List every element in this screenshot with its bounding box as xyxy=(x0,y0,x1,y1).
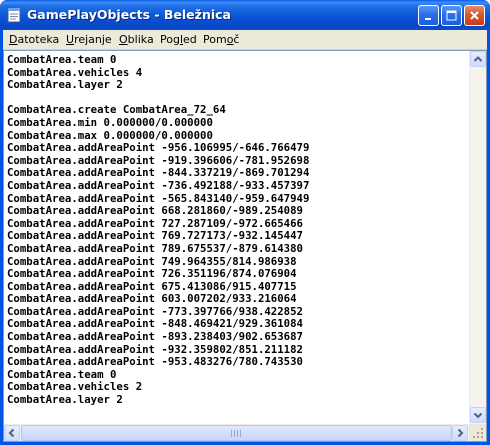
text-line: CombatArea.addAreaPoint 603.007202/933.2… xyxy=(7,292,297,306)
maximize-button[interactable] xyxy=(441,5,462,26)
scroll-up-button[interactable] xyxy=(470,51,486,67)
horizontal-scrollbar[interactable] xyxy=(4,424,469,441)
scroll-right-button[interactable] xyxy=(452,425,468,441)
text-line: CombatArea.addAreaPoint 668.281860/-989.… xyxy=(7,204,303,218)
arrow-down-icon xyxy=(473,412,483,419)
text-line: CombatArea.addAreaPoint 789.675537/-879.… xyxy=(7,241,303,255)
menu-file[interactable]: Datoteka xyxy=(8,32,60,48)
text-line: CombatArea.addAreaPoint -956.106995/-646… xyxy=(7,141,310,155)
menu-edit[interactable]: Urejanje xyxy=(65,32,113,48)
arrow-left-icon xyxy=(8,428,15,438)
menu-edit-label: rejanje xyxy=(74,33,112,46)
grip-dot xyxy=(477,436,479,438)
text-line: CombatArea.layer 2 xyxy=(7,393,123,407)
minimize-button[interactable] xyxy=(418,5,439,26)
grip-line xyxy=(231,430,232,437)
grip-dot xyxy=(481,428,483,430)
arrow-up-icon xyxy=(473,56,483,62)
text-line: CombatArea.layer 2 xyxy=(7,78,123,92)
notepad-icon xyxy=(7,7,21,23)
text-line: CombatArea.addAreaPoint 726.351196/874.0… xyxy=(7,267,297,281)
grip-line xyxy=(234,430,235,437)
menu-help[interactable]: Pomoč xyxy=(202,32,240,48)
grip-line xyxy=(237,430,238,437)
scroll-down-button[interactable] xyxy=(470,407,486,423)
menu-bar: Datoteka Urejanje Oblika Pogled Pomoč xyxy=(3,30,487,50)
grip-dot xyxy=(473,436,475,438)
menu-format[interactable]: Oblika xyxy=(118,32,155,48)
menu-format-label: blika xyxy=(127,33,154,46)
size-grip[interactable] xyxy=(469,424,486,441)
editor-frame: CombatArea.team 0 CombatArea.vehicles 4 Co… xyxy=(3,50,487,442)
close-icon xyxy=(470,11,479,20)
text-editor[interactable]: CombatArea.team 0 CombatArea.vehicles 4 Co… xyxy=(4,51,469,424)
close-button[interactable] xyxy=(464,5,485,26)
grip-dot xyxy=(477,432,479,434)
scroll-left-button[interactable] xyxy=(4,425,20,441)
text-line: CombatArea.addAreaPoint -893.238403/902.… xyxy=(7,330,303,344)
text-line: CombatArea.min 0.000000/0.000000 xyxy=(7,115,213,129)
horizontal-scroll-thumb[interactable] xyxy=(21,425,452,441)
menu-edit-mnemonic: U xyxy=(66,33,75,46)
text-line: CombatArea.addAreaPoint -736.492188/-933… xyxy=(7,178,310,192)
arrow-right-icon xyxy=(457,428,464,438)
maximize-icon xyxy=(446,10,457,21)
title-bar[interactable]: GamePlayObjects - Beležnica xyxy=(0,0,490,30)
window-title: GamePlayObjects - Beležnica xyxy=(27,7,231,22)
grip-dot xyxy=(481,436,483,438)
text-line: CombatArea.team 0 xyxy=(7,53,117,66)
menu-file-label: atoteka xyxy=(17,33,60,46)
minimize-icon xyxy=(425,18,431,20)
menu-view-label: Pogled xyxy=(160,33,197,46)
grip-dot xyxy=(481,432,483,434)
grip-line xyxy=(240,430,241,437)
menu-view[interactable]: Pogled xyxy=(159,32,198,48)
text-line: CombatArea.addAreaPoint -953.483276/780.… xyxy=(7,355,303,369)
menu-format-mnemonic: O xyxy=(119,33,128,46)
notepad-window: GamePlayObjects - Beležnica Datoteka Ure… xyxy=(0,0,490,445)
vertical-scrollbar[interactable] xyxy=(469,51,486,424)
menu-help-label: Pomoč xyxy=(203,33,240,46)
document-text: CombatArea.team 0 CombatArea.vehicles 4 Co… xyxy=(7,53,310,407)
